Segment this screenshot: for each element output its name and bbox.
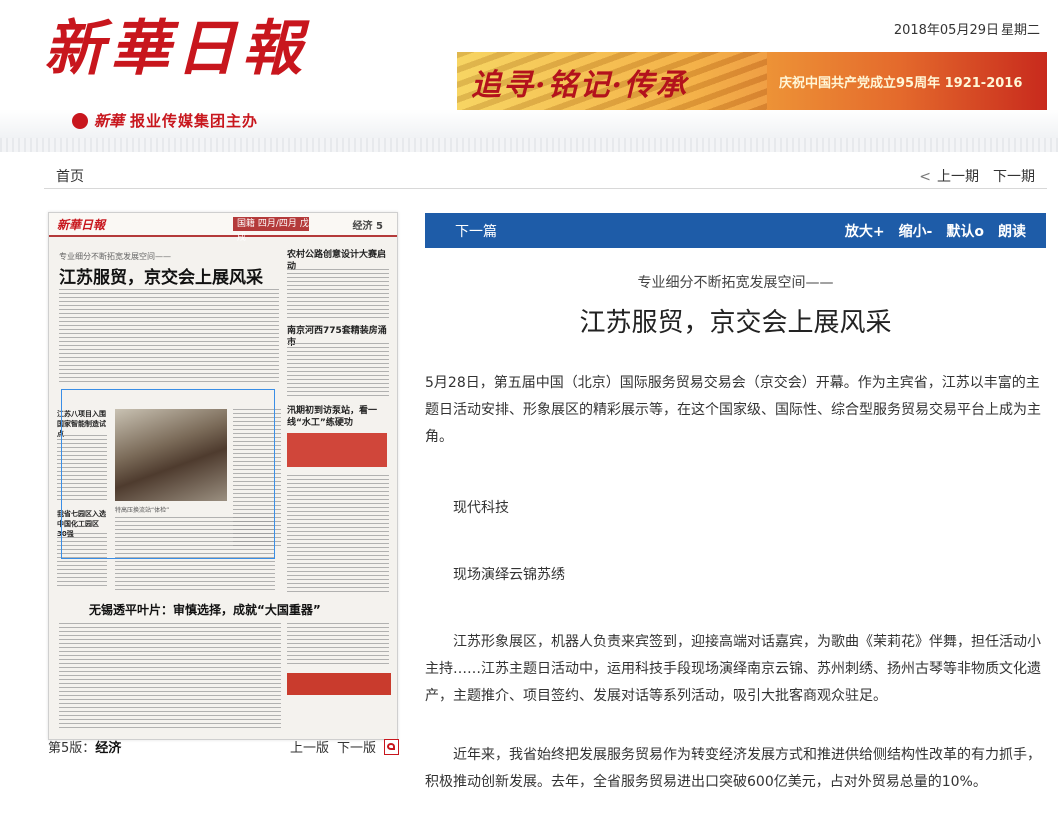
anniversary-banner[interactable]: 追寻·铭记·传承 庆祝中国共产党成立95周年 1921-2016 [457,52,1047,110]
publisher-line: 新華 报业传媒集团主办 [72,110,258,131]
date-text: 2018年05月29日 [893,23,999,38]
page-name: 经济 [95,741,122,756]
thumb-text-block [287,623,389,667]
thumb-bottom-headline[interactable]: 无锡透平叶片：审慎选择，成就“大国重器” [89,601,321,618]
header-stripe [0,138,1058,152]
thumb-ad-block [287,433,387,467]
thumb-text-block [59,623,281,731]
page-label: 第5版：经济 [48,737,121,756]
page-thumbnail[interactable]: 新華日報 国籍 四月/四月 戊戌 经济 5 专业细分不断拓宽发展空间—— 江苏服… [48,212,398,740]
thumb-text-block [59,289,279,385]
page-pager: 上一版 下一版 [290,737,400,756]
banner-slogan: 追寻·铭记·传承 [471,68,688,103]
thumb-tag: 国籍 四月/四月 戊戌 [233,217,309,243]
thumb-headline[interactable]: 江苏服贸，京交会上展风采 [59,263,263,288]
article-toolbar: 下一篇 放大+ 缩小- 默认o 朗读 [425,213,1046,248]
reading-controls: 放大+ 缩小- 默认o 朗读 [845,221,1026,241]
weekday-text: 星期二 [1000,23,1040,38]
prev-issue-link[interactable]: < 上一期 [919,166,979,186]
thumb-text-block [287,475,389,593]
article-paragraph: 江苏形象展区，机器人负责来宾签到，迎接高端对话嘉宾，为歌曲《茉莉花》伴舞，担任活… [425,634,1041,704]
issue-nav: 首页 < 上一期 下一期 [44,162,1047,189]
publisher-emblem-icon [72,112,88,129]
read-aloud-button[interactable]: 朗读 [998,221,1026,241]
banner-anniversary-text: 庆祝中国共产党成立95周年 1921-2016 [779,76,1023,91]
site-header: 新華日報 新華 报业传媒集团主办 2018年05月29日 星期二 追寻·铭记·传… [0,0,1058,152]
newspaper-logo[interactable]: 新華日報 [44,4,308,94]
article-subtitle: 专业细分不断拓宽发展空间—— [637,275,834,291]
next-issue-link[interactable]: 下一期 [993,166,1035,186]
thumb-text-block [287,343,389,397]
article-paragraph: 近年来，我省始终把发展服务贸易作为转变经济发展方式和推进供给侧结构性改革的有力抓… [425,747,1041,790]
article-body: 5月28日，第五届中国（北京）国际服务贸易交易会（京交会）开幕。作为主宾省，江苏… [425,370,1043,828]
default-size-button[interactable]: 默认o [946,221,984,241]
next-article-link[interactable]: 下一篇 [455,221,497,241]
thumb-masthead: 新華日報 国籍 四月/四月 戊戌 经济 5 [49,213,397,243]
thumb-edition: 经济 5 [352,221,383,232]
thumb-bottom-ad [287,673,391,695]
article-highlight-outline[interactable] [61,389,275,559]
thumb-text-block [287,269,389,319]
next-page-link[interactable]: 下一版 [337,737,376,756]
issue-date: 2018年05月29日 星期二 [894,19,1040,38]
article-title: 江苏服贸，京交会上展风采 [579,308,892,338]
prev-issue-label: 上一期 [937,169,979,185]
article-paragraph: 5月28日，第五届中国（北京）国际服务贸易交易会（京交会）开幕。作为主宾省，江苏… [425,375,1041,445]
issue-pager: < 上一期 下一期 [919,166,1035,186]
publisher-text: 报业传媒集团主办 [130,112,259,130]
prev-page-link[interactable]: 上一版 [290,737,329,756]
thumb-kicker: 专业细分不断拓宽发展空间—— [59,252,171,261]
page-number: 第5版： [48,741,96,756]
home-link[interactable]: 首页 [56,166,84,186]
zoom-in-button[interactable]: 放大+ [845,221,885,241]
thumb-logo: 新華日報 [57,218,106,232]
zoom-out-button[interactable]: 缩小- [899,221,933,241]
pdf-icon[interactable] [384,738,400,755]
chevron-left-icon: < [919,169,931,185]
thumb-side-headline-3[interactable]: 汛期初到访泵站，看一线“水工”练硬功 [287,405,389,429]
publisher-mark: 新華 [94,112,125,130]
article-section-heading: 现场演绎云锦苏绣 [453,567,565,583]
article-section-heading: 现代科技 [453,500,509,516]
